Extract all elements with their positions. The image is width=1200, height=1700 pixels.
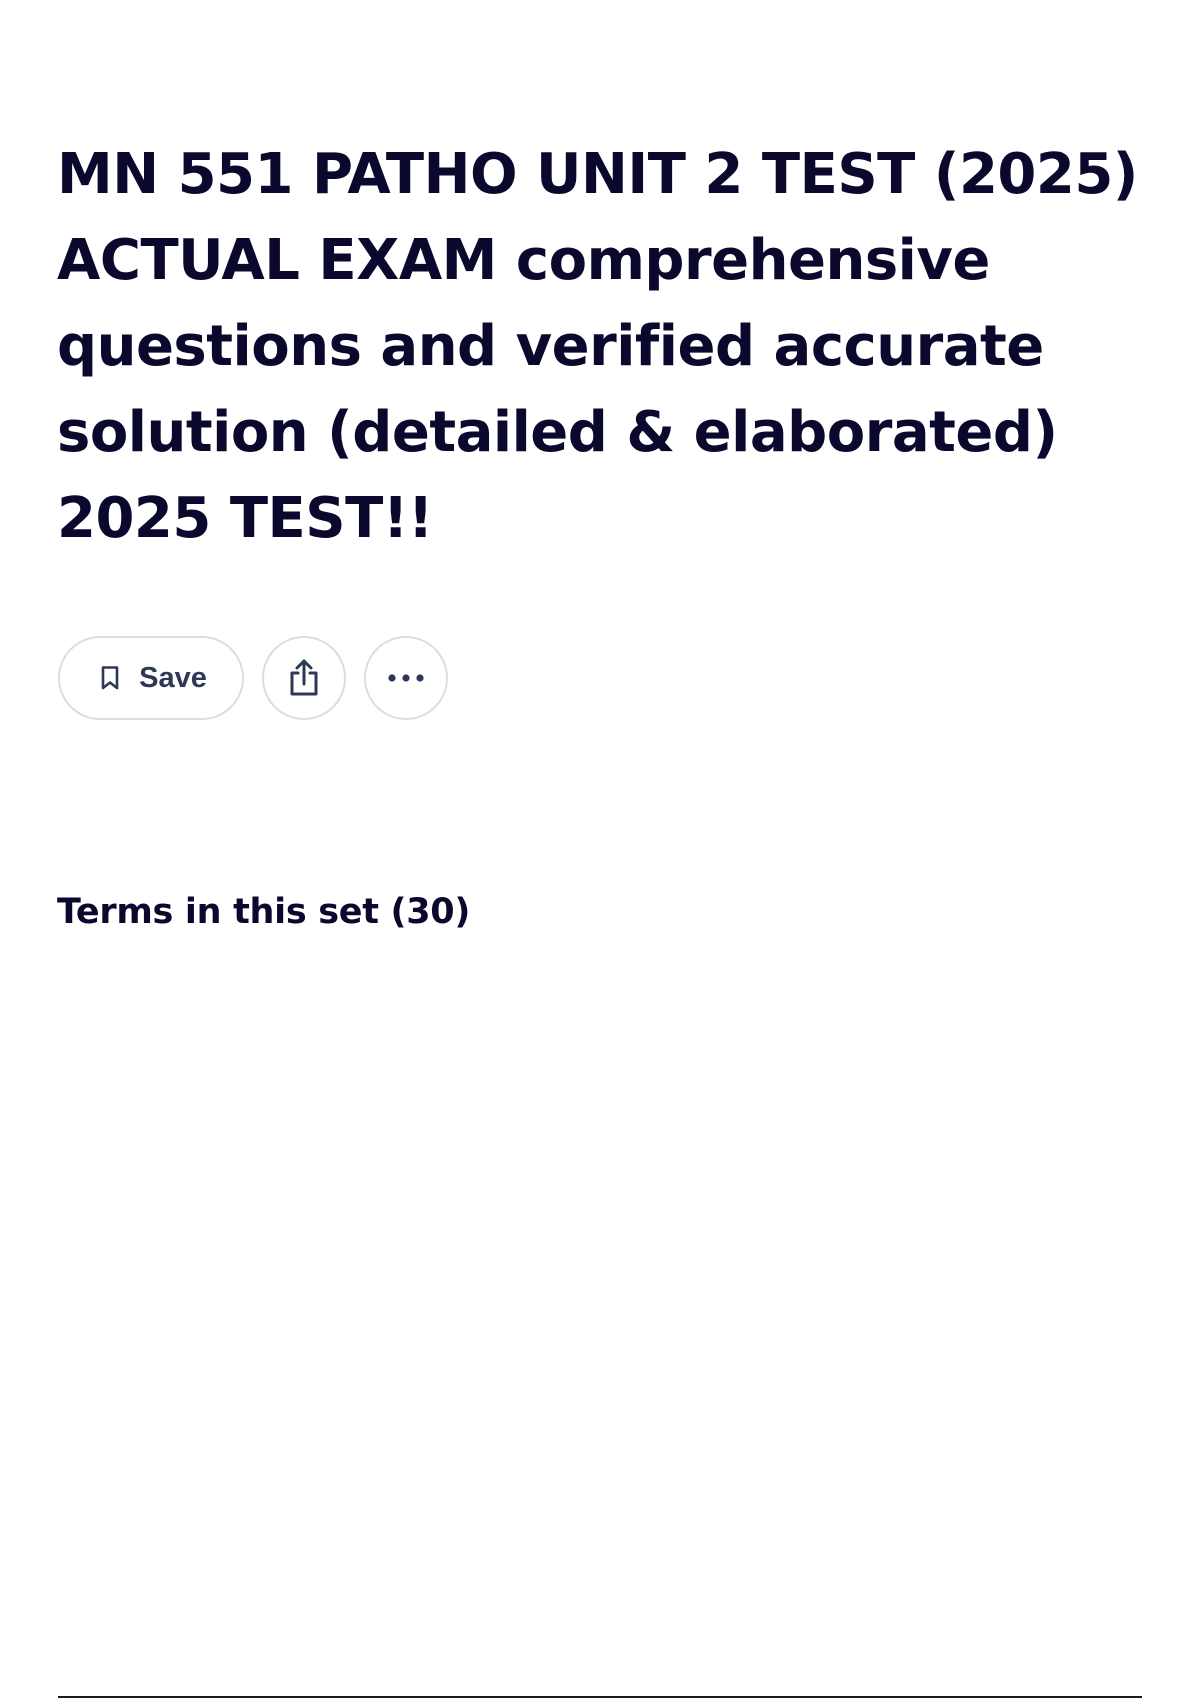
more-options-button[interactable] <box>364 636 448 720</box>
more-horizontal-icon <box>386 673 426 683</box>
set-title: MN 551 PATHO UNIT 2 TEST (2025) ACTUAL E… <box>57 142 1138 551</box>
terms-heading: Terms in this set (30) <box>57 892 471 932</box>
study-set-page: MN 551 PATHO UNIT 2 TEST (2025) ACTUAL E… <box>0 0 1200 1700</box>
share-button[interactable] <box>262 636 346 720</box>
save-button-label: Save <box>139 661 207 694</box>
share-icon <box>286 658 322 698</box>
bookmark-icon <box>99 665 121 691</box>
set-actions-toolbar: Save <box>58 635 448 721</box>
divider <box>58 1696 1142 1698</box>
save-button[interactable]: Save <box>58 636 244 720</box>
